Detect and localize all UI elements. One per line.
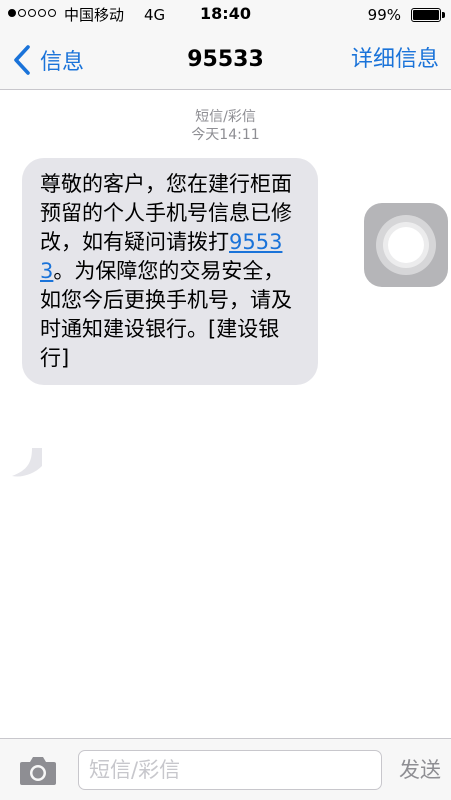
camera-icon[interactable]: [18, 753, 58, 787]
message-input[interactable]: [78, 750, 382, 790]
bubble-tail-icon: [12, 448, 42, 477]
navigation-bar: 信息 95533 详细信息: [0, 30, 451, 90]
details-button[interactable]: 详细信息: [351, 44, 439, 76]
assistive-touch-center-icon: [388, 227, 424, 263]
messages-screen: 中国移动 4G 18:40 99% 信息 95533 详细信息 短信/彩信 今天…: [0, 0, 451, 800]
battery-fill: [413, 10, 439, 20]
battery-icon: [411, 8, 441, 22]
message-timestamp-header: 短信/彩信 今天14:11: [0, 108, 451, 144]
battery-tip-icon: [442, 12, 445, 18]
message-type-label: 短信/彩信: [195, 109, 256, 125]
battery-percent: 99%: [367, 6, 401, 24]
send-button[interactable]: 发送: [399, 753, 441, 787]
incoming-message-bubble[interactable]: 尊敬的客户，您在建行柜面预留的个人手机号信息已修改，如有疑问请拨打95533。为…: [22, 158, 318, 385]
message-text-part: 。为保障您的交易安全，如您今后更换手机号，请及时通知建设银行。[建设银行]: [40, 259, 292, 370]
message-timestamp: 今天14:11: [191, 127, 260, 143]
status-bar: 中国移动 4G 18:40 99%: [0, 0, 451, 30]
assistive-touch-button[interactable]: [364, 203, 448, 287]
message-thread[interactable]: 短信/彩信 今天14:11 尊敬的客户，您在建行柜面预留的个人手机号信息已修改，…: [0, 90, 451, 738]
compose-bar: 发送: [0, 738, 451, 800]
